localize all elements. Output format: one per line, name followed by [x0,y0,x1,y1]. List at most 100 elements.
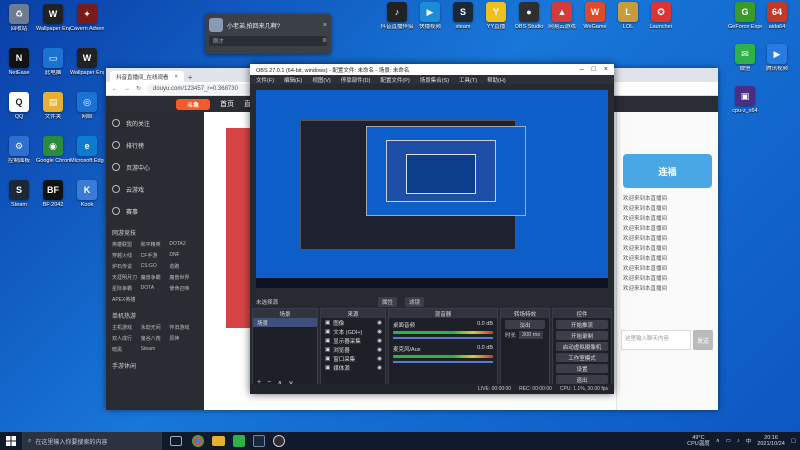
obs-control-button[interactable]: 开始推流 [556,320,608,329]
desktop-icon[interactable]: Y YY直播 [479,2,513,44]
steam-taskbar-icon[interactable] [253,435,265,447]
taskbar-search[interactable]: ⌕ 在这里输入你要搜索的内容 [22,432,162,450]
qq-notification-popup[interactable]: 小老弟,拍回来几啊? × 刚才 ⚙ [205,14,331,54]
eye-icon[interactable]: ◉ [377,365,385,371]
category-link[interactable]: 星际争霸 [112,285,141,292]
category-link[interactable]: 暗黑 [112,346,141,353]
desktop-icon[interactable]: e Microsoft Edge [70,136,104,178]
desktop-icon[interactable]: ▣ cpu-z_x64 [728,86,762,128]
category-link[interactable]: 鬼谷八荒 [141,335,170,342]
category-link[interactable]: CS:GO [141,263,170,270]
desktop-icon[interactable]: Q QQ [2,92,36,134]
obs-menu-item[interactable]: 编辑(E) [284,76,302,84]
desktop-icon[interactable]: G GeForce Experience [728,2,762,44]
category-link[interactable]: 穿越火线 [112,252,141,259]
close-icon[interactable]: × [323,22,327,29]
source-item[interactable]: ▣ 浏览器 ◉ [321,345,385,354]
sidebar-item[interactable]: 云游戏 [106,178,204,200]
desktop-icon[interactable]: W Wallpaper Engine [70,48,104,90]
desktop-icon[interactable]: ⚙ 控制面板 [2,136,36,178]
desktop-icon[interactable]: ✪ Launcher [644,2,678,44]
properties-button[interactable]: 属性 [378,297,398,307]
minimize-icon[interactable]: – [580,66,584,73]
category-link[interactable]: 魔兽世界 [169,274,198,281]
desktop-icon[interactable]: W Wallpaper Engine [36,4,70,46]
task-view-icon[interactable] [170,436,182,446]
category-link[interactable]: 永劫无间 [141,324,170,331]
maximize-icon[interactable]: □ [592,66,596,73]
filters-button[interactable]: 滤镜 [405,297,425,307]
source-item[interactable]: ▣ 媒体源 ◉ [321,363,385,372]
send-button[interactable]: 发送 [693,330,713,350]
scene-item[interactable]: 场景 [253,318,317,327]
folder-taskbar-icon[interactable] [212,436,225,446]
obs-control-button[interactable]: 设置 [556,364,608,373]
source-item[interactable]: ▣ 显示器采集 ◉ [321,336,385,345]
reload-icon[interactable]: ↻ [136,85,141,92]
obs-control-button[interactable]: 开始录制 [556,331,608,340]
obs-menu-item[interactable]: 文件(F) [256,76,274,84]
category-link[interactable]: Steam [141,346,170,353]
desktop-icon[interactable]: BF BF 2042 [36,180,70,222]
category-link[interactable]: 双人成行 [112,335,141,342]
eye-icon[interactable]: ◉ [377,356,385,362]
obs-control-button[interactable]: 退出 [556,375,608,384]
category-link[interactable]: 逃跑 [169,263,198,270]
desktop-icon[interactable]: 64 aida64 [760,2,794,44]
category-link[interactable]: 英雄联盟 [112,241,141,248]
desktop-icon[interactable]: ▭ 此电脑 [36,48,70,90]
category-link[interactable]: 和平精英 [141,241,170,248]
desktop-icon[interactable]: ◎ 网络 [70,92,104,134]
promo-banner[interactable]: 连福 [623,154,712,188]
category-link[interactable]: 天涯明月刀 [112,274,141,281]
notification-icon[interactable]: ▢ [791,438,796,444]
desktop-icon[interactable]: S Steam [2,180,36,222]
site-logo[interactable]: 斗鱼 [176,98,210,110]
source-item[interactable]: ▣ 窗口采集 ◉ [321,354,385,363]
chevron-up-icon[interactable]: ∧ [716,438,720,444]
sidebar-item[interactable]: 我的关注 [106,112,204,134]
desktop-icon[interactable]: N NetEase [2,48,36,90]
obs-preview-canvas[interactable] [256,90,608,288]
category-link[interactable]: DOTA2 [169,241,198,248]
sidebar-item[interactable]: 页游中心 [106,156,204,178]
obs-menu-item[interactable]: 视图(V) [312,76,330,84]
obs-menu-item[interactable]: 配置文件(P) [380,76,409,84]
obs-menu-item[interactable]: 帮助(H) [487,76,506,84]
duration-input[interactable]: 300 ms [519,331,544,339]
category-link[interactable]: DOTA [141,285,170,292]
category-link[interactable]: 怀旧游戏 [169,324,198,331]
sidebar-item[interactable]: 排行榜 [106,134,204,156]
ime-icon[interactable]: 中 [746,437,752,445]
volume-slider[interactable] [393,337,493,339]
volume-slider[interactable] [393,361,493,363]
obs-menu-item[interactable]: 工具(T) [459,76,477,84]
desktop-icon[interactable]: ✦ Cavern Adventure [70,4,104,46]
volume-icon[interactable]: ♪ [737,438,740,444]
category-link[interactable]: DNF [169,252,198,259]
obs-control-button[interactable]: 启动虚拟摄像机 [556,342,608,351]
chat-input[interactable]: 这里输入聊天内容 [621,330,691,350]
desktop-icon[interactable]: ♻ 回收站 [2,4,36,46]
desktop-icon[interactable]: ◉ Google Chrome [36,136,70,178]
windows-start-icon[interactable] [0,432,22,450]
category-link[interactable]: 使命召唤 [169,285,198,292]
network-icon[interactable]: ▭ [726,438,731,444]
source-item[interactable]: ▣ 图像 ◉ [321,318,385,327]
desktop-icon[interactable]: ▤ 文件夹 [36,92,70,134]
eye-icon[interactable]: ◉ [377,347,385,353]
desktop-icon[interactable]: ● OBS Studio [512,2,546,44]
wechat-taskbar-icon[interactable] [233,435,245,447]
obs-taskbar-icon[interactable] [273,435,285,447]
category-link[interactable]: 主机游戏 [112,324,141,331]
desktop-icon[interactable]: ▶ 腾讯视频 [760,44,794,86]
category-link[interactable]: APEX英雄 [112,296,141,303]
desktop-icon[interactable]: ▶ 快播视频 [413,2,447,44]
nav-home[interactable]: 首页 [220,99,234,109]
forward-icon[interactable]: → [124,86,130,92]
source-item[interactable]: ▣ 文本 (GDI+) ◉ [321,327,385,336]
eye-icon[interactable]: ◉ [377,338,385,344]
close-icon[interactable]: × [604,66,608,73]
gear-icon[interactable]: ⚙ [322,38,327,44]
category-link[interactable]: 魔兽争霸 [141,274,170,281]
